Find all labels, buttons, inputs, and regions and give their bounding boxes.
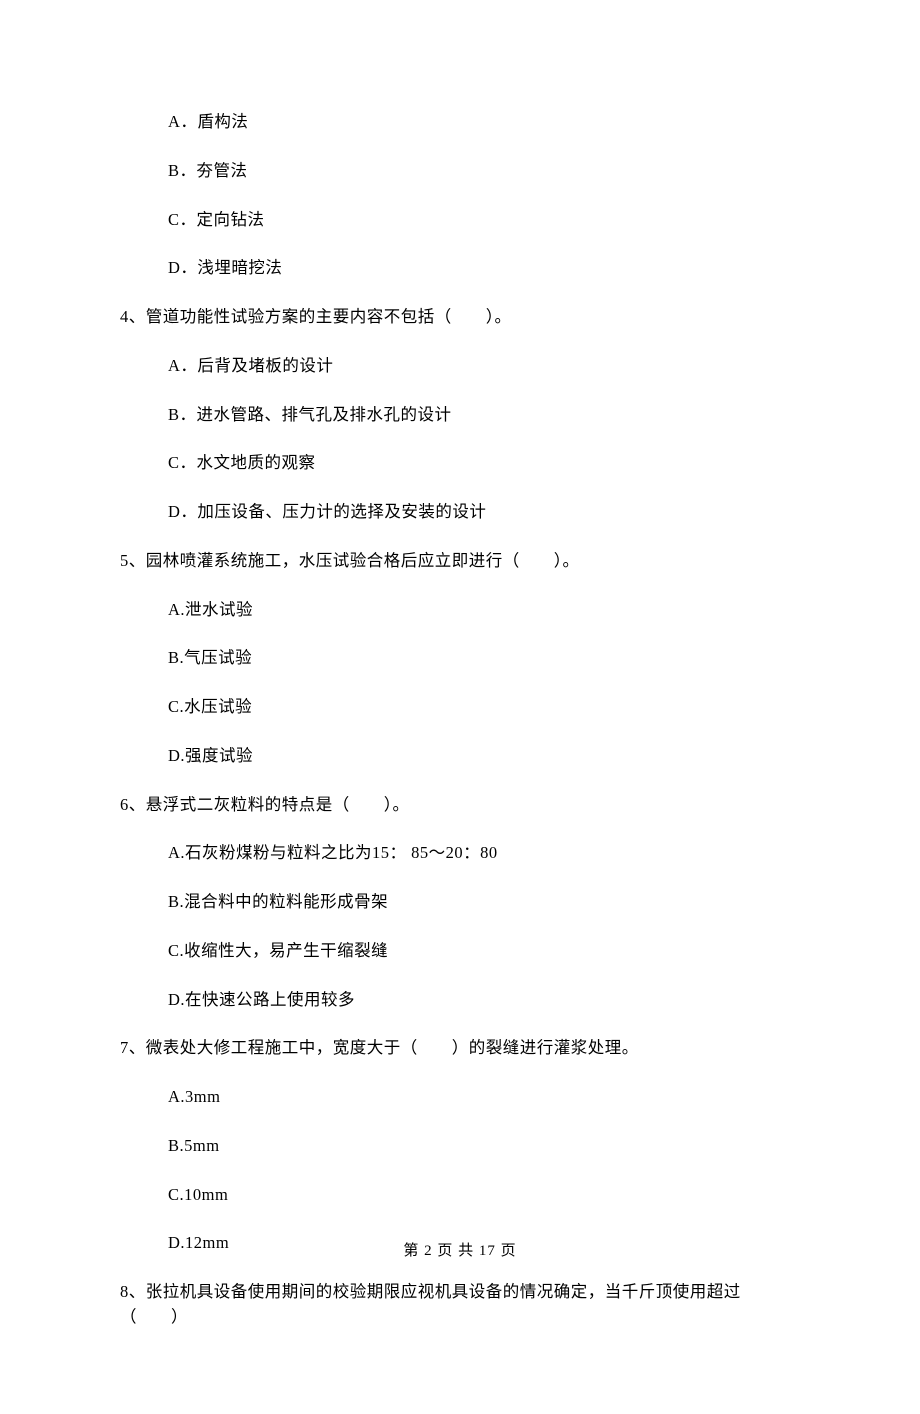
q6-option-b: B.混合料中的粒料能形成骨架 bbox=[120, 890, 800, 915]
q5-stem: 5、园林喷灌系统施工，水压试验合格后应立即进行（ ）。 bbox=[120, 549, 800, 574]
q3-option-b: B．夯管法 bbox=[120, 159, 800, 184]
page-footer: 第 2 页 共 17 页 bbox=[0, 1240, 920, 1263]
q5-option-d: D.强度试验 bbox=[120, 744, 800, 769]
q6-option-a: A.石灰粉煤粉与粒料之比为15： 85～20：80 bbox=[120, 841, 800, 866]
q4-option-c: C．水文地质的观察 bbox=[120, 451, 800, 476]
q4-option-d: D．加压设备、压力计的选择及安装的设计 bbox=[120, 500, 800, 525]
q6-option-d: D.在快速公路上使用较多 bbox=[120, 988, 800, 1013]
q7-option-a: A.3mm bbox=[120, 1085, 800, 1110]
q4-stem: 4、管道功能性试验方案的主要内容不包括（ ）。 bbox=[120, 305, 800, 330]
q5-option-c: C.水压试验 bbox=[120, 695, 800, 720]
q8-stem: 8、张拉机具设备使用期间的校验期限应视机具设备的情况确定，当千斤顶使用超过（ ） bbox=[120, 1280, 800, 1330]
q7-option-b: B.5mm bbox=[120, 1134, 800, 1159]
q5-option-b: B.气压试验 bbox=[120, 646, 800, 671]
q7-option-c: C.10mm bbox=[120, 1183, 800, 1208]
q5-option-a: A.泄水试验 bbox=[120, 598, 800, 623]
q6-stem: 6、悬浮式二灰粒料的特点是（ ）。 bbox=[120, 793, 800, 818]
q7-stem: 7、微表处大修工程施工中，宽度大于（ ）的裂缝进行灌浆处理。 bbox=[120, 1036, 800, 1061]
q3-option-a: A．盾构法 bbox=[120, 110, 800, 135]
q6-option-c: C.收缩性大，易产生干缩裂缝 bbox=[120, 939, 800, 964]
q3-option-c: C．定向钻法 bbox=[120, 208, 800, 233]
document-body: A．盾构法 B．夯管法 C．定向钻法 D．浅埋暗挖法 4、管道功能性试验方案的主… bbox=[0, 0, 920, 1414]
q4-option-a: A．后背及堵板的设计 bbox=[120, 354, 800, 379]
q3-option-d: D．浅埋暗挖法 bbox=[120, 256, 800, 281]
q4-option-b: B．进水管路、排气孔及排水孔的设计 bbox=[120, 403, 800, 428]
